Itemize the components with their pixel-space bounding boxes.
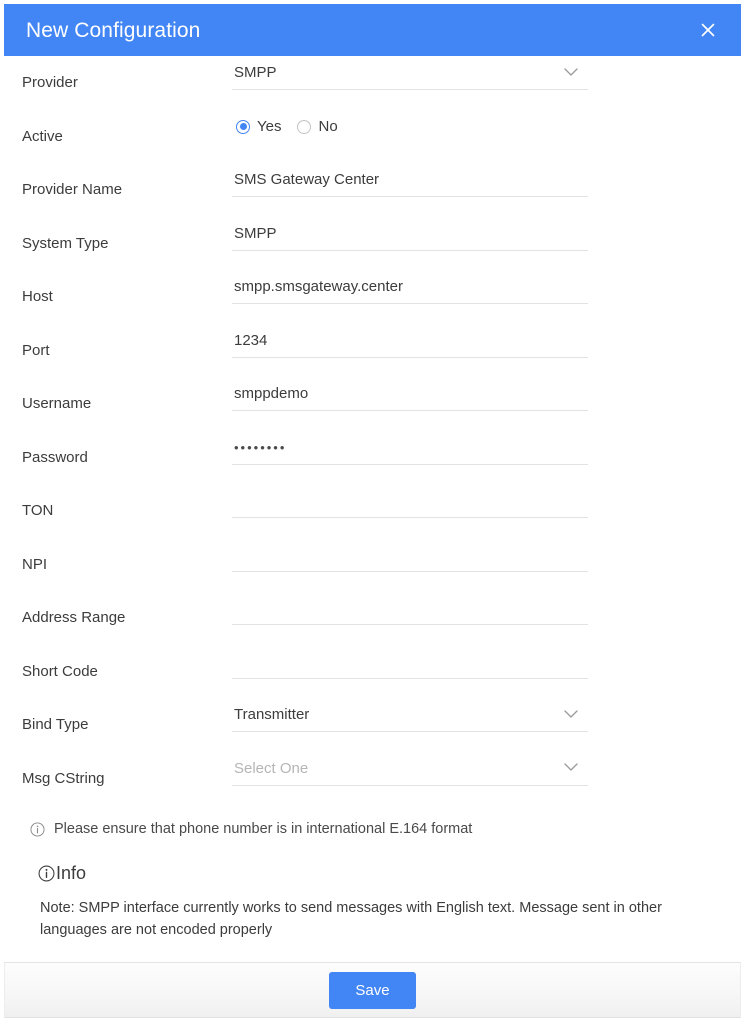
- input-value: Transmitter: [234, 707, 310, 722]
- form-row: Provider SMPP: [0, 56, 745, 110]
- form-row: TON: [0, 484, 745, 538]
- radio-active-no[interactable]: No: [297, 118, 338, 135]
- field-label-provider: Provider: [22, 74, 78, 91]
- input-value: SMS Gateway Center: [234, 172, 380, 187]
- configuration-form: Provider SMPP Active Yes No Provider Name SMS …: [0, 56, 745, 805]
- close-button[interactable]: [693, 15, 723, 45]
- new-configuration-dialog: New Configuration Provider SMPP Active Yes N…: [0, 0, 745, 1024]
- input-username[interactable]: smppdemo: [232, 377, 588, 411]
- radio-mark: [236, 119, 250, 134]
- select-msg-cstring[interactable]: Select One: [232, 752, 588, 786]
- field-control-bind-type: Transmitter: [232, 698, 588, 732]
- form-row: Port 1234: [0, 324, 745, 378]
- phone-format-hint-text: Please ensure that phone number is in in…: [54, 821, 473, 837]
- info-heading-label: Info: [56, 863, 87, 884]
- radio-label: Yes: [257, 118, 282, 135]
- input-address-range[interactable]: [232, 591, 588, 625]
- input-value: smppdemo: [234, 386, 309, 401]
- form-row: Bind Type Transmitter: [0, 698, 745, 752]
- chevron-down-icon: [564, 64, 578, 82]
- close-icon: [698, 20, 718, 40]
- dialog-body: Provider SMPP Active Yes No Provider Name SMS …: [0, 56, 745, 962]
- phone-format-hint: Please ensure that phone number is in in…: [30, 821, 723, 838]
- input-host[interactable]: smpp.smsgateway.center: [232, 270, 588, 304]
- chevron-down-icon: [564, 759, 578, 777]
- field-control-short-code: [232, 645, 588, 679]
- save-button[interactable]: Save: [329, 971, 416, 1009]
- input-system-type[interactable]: SMPP: [232, 217, 588, 251]
- input-placeholder: Select One: [234, 760, 309, 776]
- radio-group-active: Yes No: [232, 110, 588, 144]
- field-label-username: Username: [22, 395, 92, 412]
- form-row: Provider Name SMS Gateway Center: [0, 163, 745, 217]
- field-label-password: Password: [22, 448, 88, 466]
- form-row: Address Range: [0, 591, 745, 645]
- chevron-down-icon: [564, 706, 578, 724]
- input-value: ••••••••: [234, 440, 287, 454]
- field-control-provider-name: SMS Gateway Center: [232, 163, 588, 197]
- field-control-username: smppdemo: [232, 377, 588, 411]
- field-control-active: Yes No: [232, 110, 588, 144]
- select-bind-type[interactable]: Transmitter: [232, 698, 588, 732]
- form-row: NPI: [0, 538, 745, 592]
- form-row: System Type SMPP: [0, 217, 745, 271]
- info-note-text: Note: SMPP interface currently works to …: [40, 900, 662, 939]
- field-control-ton: [232, 484, 588, 518]
- input-ton[interactable]: [232, 484, 588, 518]
- field-label-port: Port: [22, 341, 50, 359]
- form-row: Active Yes No: [0, 110, 745, 164]
- radio-label: No: [318, 118, 338, 135]
- radio-active-yes[interactable]: Yes: [236, 119, 281, 134]
- field-control-port: 1234: [232, 324, 588, 358]
- dialog-header: New Configuration: [4, 4, 741, 56]
- field-label-msg-cstring: Msg CString: [22, 769, 105, 787]
- info-heading: Info: [38, 863, 723, 884]
- field-label-host: Host: [22, 288, 53, 305]
- info-circle-icon: [30, 822, 45, 837]
- field-control-password: ••••••••: [232, 431, 588, 465]
- info-circle-icon: [38, 865, 55, 882]
- field-label-ton: TON: [22, 502, 54, 519]
- field-label-address-range: Address Range: [22, 609, 126, 626]
- field-control-msg-cstring: Select One: [232, 752, 588, 786]
- field-control-host: smpp.smsgateway.center: [232, 270, 588, 304]
- field-control-npi: [232, 538, 588, 572]
- radio-mark: [297, 119, 312, 134]
- input-provider-name[interactable]: SMS Gateway Center: [232, 163, 588, 197]
- field-control-provider: SMPP: [232, 56, 588, 90]
- field-label-provider-name: Provider Name: [22, 181, 123, 198]
- form-row: Host smpp.smsgateway.center: [0, 270, 745, 324]
- field-label-bind-type: Bind Type: [22, 716, 89, 733]
- input-port[interactable]: 1234: [232, 324, 588, 358]
- notes-section: Please ensure that phone number is in in…: [0, 805, 745, 942]
- input-value: smpp.smsgateway.center: [234, 279, 403, 294]
- form-row: Msg CString Select One: [0, 752, 745, 806]
- field-label-npi: NPI: [22, 555, 48, 573]
- input-value: 1234: [234, 332, 268, 348]
- select-provider[interactable]: SMPP: [232, 56, 588, 90]
- input-npi[interactable]: [232, 538, 588, 572]
- field-control-address-range: [232, 591, 588, 625]
- input-value: SMPP: [234, 225, 277, 241]
- field-control-system-type: SMPP: [232, 217, 588, 251]
- input-password[interactable]: ••••••••: [232, 431, 588, 465]
- form-row: Short Code: [0, 645, 745, 699]
- field-label-system-type: System Type: [22, 234, 109, 252]
- dialog-footer: Save: [4, 962, 741, 1018]
- field-label-active: Active: [22, 127, 63, 145]
- form-row: Username smppdemo: [0, 377, 745, 431]
- field-label-short-code: Short Code: [22, 662, 98, 680]
- input-value: SMPP: [234, 65, 277, 80]
- form-row: Password ••••••••: [0, 431, 745, 485]
- input-short-code[interactable]: [232, 645, 588, 679]
- page-title: New Configuration: [26, 18, 201, 42]
